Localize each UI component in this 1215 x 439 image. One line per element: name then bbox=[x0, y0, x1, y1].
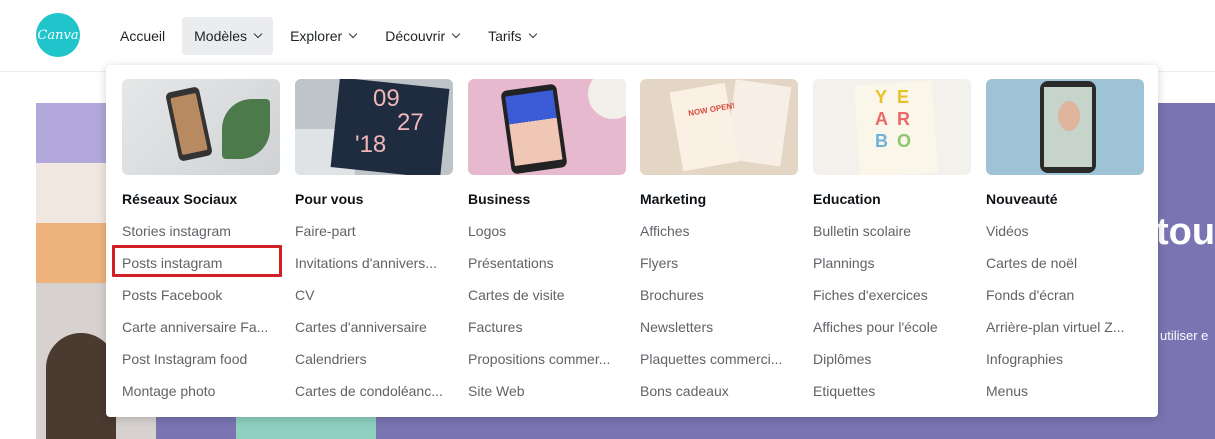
column-title[interactable]: Nouveauté bbox=[986, 191, 1144, 209]
menu-link[interactable]: Carte anniversaire Fa... bbox=[122, 319, 280, 337]
menu-link[interactable]: Montage photo bbox=[122, 383, 280, 401]
cup-illustration bbox=[588, 79, 626, 119]
nav-label: Tarifs bbox=[488, 28, 522, 44]
top-navigation-bar: Canva Accueil Modèles Explorer Découvrir… bbox=[0, 0, 1215, 72]
logo-text: Canva bbox=[37, 27, 79, 43]
phone-illustration bbox=[165, 86, 213, 162]
menu-link[interactable]: Diplômes bbox=[813, 351, 971, 369]
chevron-down-icon bbox=[528, 29, 537, 39]
menu-link[interactable]: Fiches d'exercices bbox=[813, 287, 971, 305]
menu-column-social: Réseaux Sociaux Stories instagram Posts … bbox=[122, 79, 280, 401]
nav-decouvrir[interactable]: Découvrir bbox=[373, 17, 471, 55]
menu-link[interactable]: Factures bbox=[468, 319, 626, 337]
nav-tarifs[interactable]: Tarifs bbox=[476, 17, 547, 55]
yearbook-letter: O bbox=[897, 131, 912, 151]
social-thumbnail[interactable] bbox=[122, 79, 280, 175]
menu-link[interactable]: Site Web bbox=[468, 383, 626, 401]
menu-link[interactable]: Infographies bbox=[986, 351, 1144, 369]
menu-link[interactable]: Cartes de condoléanc... bbox=[295, 383, 453, 401]
main-nav: Accueil Modèles Explorer Découvrir Tarif… bbox=[108, 17, 553, 55]
highlight-box-posts-instagram bbox=[112, 245, 282, 277]
yearbook-letter: A bbox=[875, 109, 888, 129]
menu-column-new: Nouveauté Vidéos Cartes de noël Fonds d'… bbox=[986, 79, 1144, 401]
canva-logo[interactable]: Canva bbox=[36, 13, 80, 57]
menu-link[interactable]: Fonds d'écran bbox=[986, 287, 1144, 305]
menu-link[interactable]: Etiquettes bbox=[813, 383, 971, 401]
menu-link[interactable]: Bons cadeaux bbox=[640, 383, 798, 401]
chevron-down-icon bbox=[253, 29, 263, 39]
chevron-down-icon bbox=[451, 29, 461, 39]
menu-link[interactable]: Flyers bbox=[640, 255, 798, 273]
menu-link[interactable]: CV bbox=[295, 287, 453, 305]
menu-column-personal: 09 27 '18 Pour vous Faire-part Invitatio… bbox=[295, 79, 453, 401]
hero-subline: utiliser e bbox=[1160, 328, 1209, 343]
column-title[interactable]: Pour vous bbox=[295, 191, 453, 209]
menu-link[interactable]: Calendriers bbox=[295, 351, 453, 369]
menu-link[interactable]: Vidéos bbox=[986, 223, 1144, 241]
new-thumbnail[interactable] bbox=[986, 79, 1144, 175]
leaf-illustration bbox=[222, 99, 270, 159]
menu-link[interactable]: Faire-part bbox=[295, 223, 453, 241]
chevron-down-icon bbox=[348, 29, 358, 39]
marketing-thumbnail[interactable]: NOW OPEN! bbox=[640, 79, 798, 175]
column-title[interactable]: Réseaux Sociaux bbox=[122, 191, 280, 209]
education-thumbnail[interactable]: Y E A R B O bbox=[813, 79, 971, 175]
date-digit: '18 bbox=[355, 131, 387, 158]
yearbook-letter: E bbox=[897, 87, 910, 107]
yearbook-letter: B bbox=[875, 131, 888, 151]
nav-explorer[interactable]: Explorer bbox=[278, 17, 368, 55]
nav-label: Accueil bbox=[120, 28, 166, 44]
menu-link[interactable]: Arrière-plan virtuel Z... bbox=[986, 319, 1144, 337]
column-title[interactable]: Business bbox=[468, 191, 626, 209]
menu-column-education: Y E A R B O Education Bulletin scolaire … bbox=[813, 79, 971, 401]
face-illustration bbox=[1058, 101, 1080, 131]
nav-label: Découvrir bbox=[385, 28, 446, 44]
menu-link[interactable]: Logos bbox=[468, 223, 626, 241]
hero-headline: tou bbox=[1156, 211, 1215, 253]
column-title[interactable]: Marketing bbox=[640, 191, 798, 209]
menu-link[interactable]: Cartes de noël bbox=[986, 255, 1144, 273]
menu-link[interactable]: Affiches pour l'école bbox=[813, 319, 971, 337]
column-title[interactable]: Education bbox=[813, 191, 971, 209]
menu-link[interactable]: Bulletin scolaire bbox=[813, 223, 971, 241]
menu-link[interactable]: Affiches bbox=[640, 223, 798, 241]
menu-link[interactable]: Posts Facebook bbox=[122, 287, 280, 305]
menu-link[interactable]: Cartes d'anniversaire bbox=[295, 319, 453, 337]
nav-label: Modèles bbox=[194, 28, 248, 44]
nav-modeles[interactable]: Modèles bbox=[182, 17, 274, 55]
menu-link[interactable]: Brochures bbox=[640, 287, 798, 305]
menu-link[interactable]: Plaquettes commerci... bbox=[640, 351, 798, 369]
menu-link[interactable]: Invitations d'annivers... bbox=[295, 255, 453, 273]
menu-link[interactable]: Menus bbox=[986, 383, 1144, 401]
nav-label: Explorer bbox=[290, 28, 343, 44]
phone-illustration bbox=[1040, 81, 1096, 173]
yearbook-illustration bbox=[853, 80, 939, 175]
flyer-illustration bbox=[669, 82, 739, 172]
yearbook-letter: R bbox=[897, 109, 910, 129]
menu-link[interactable]: Newsletters bbox=[640, 319, 798, 337]
personal-thumbnail[interactable]: 09 27 '18 bbox=[295, 79, 453, 175]
menu-link[interactable]: Plannings bbox=[813, 255, 971, 273]
nav-accueil[interactable]: Accueil bbox=[108, 17, 177, 55]
date-digit: 09 bbox=[373, 85, 400, 112]
menu-link[interactable]: Cartes de visite bbox=[468, 287, 626, 305]
business-thumbnail[interactable] bbox=[468, 79, 626, 175]
templates-dropdown-menu: Réseaux Sociaux Stories instagram Posts … bbox=[106, 65, 1158, 417]
phone-illustration bbox=[500, 83, 568, 175]
menu-link[interactable]: Propositions commer... bbox=[468, 351, 626, 369]
yearbook-letter: Y bbox=[875, 87, 888, 107]
date-digit: 27 bbox=[397, 109, 424, 136]
menu-column-business: Business Logos Présentations Cartes de v… bbox=[468, 79, 626, 401]
menu-column-marketing: NOW OPEN! Marketing Affiches Flyers Broc… bbox=[640, 79, 798, 401]
menu-link[interactable]: Présentations bbox=[468, 255, 626, 273]
menu-link[interactable]: Post Instagram food bbox=[122, 351, 280, 369]
menu-link[interactable]: Stories instagram bbox=[122, 223, 280, 241]
